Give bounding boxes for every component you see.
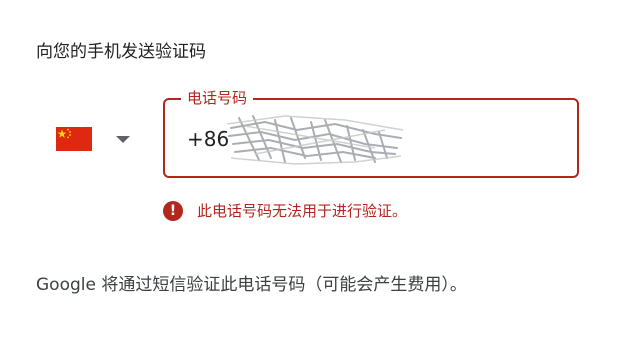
caret-down-icon — [116, 135, 130, 143]
error-message: 此电话号码无法用于进行验证。 — [197, 202, 408, 220]
redaction-scribble — [226, 115, 404, 165]
phone-number-input[interactable]: +86 — [187, 126, 229, 152]
sms-charges-notice: Google 将通过短信验证此电话号码（可能会产生费用）。 — [36, 275, 467, 295]
phone-number-field[interactable]: 电话号码 +86 — [163, 87, 579, 178]
phone-number-label: 电话号码 — [181, 87, 254, 109]
china-flag-icon — [56, 127, 92, 151]
error-exclamation-icon: ! — [163, 201, 183, 221]
page-title: 向您的手机发送验证码 — [36, 42, 206, 62]
verification-page: 向您的手机发送验证码 电话号码 +86 ! 此电话号码无法用于进行验证。 Goo… — [0, 0, 621, 350]
error-message-row: ! 此电话号码无法用于进行验证。 — [163, 200, 407, 222]
country-code-selector[interactable] — [56, 122, 138, 156]
